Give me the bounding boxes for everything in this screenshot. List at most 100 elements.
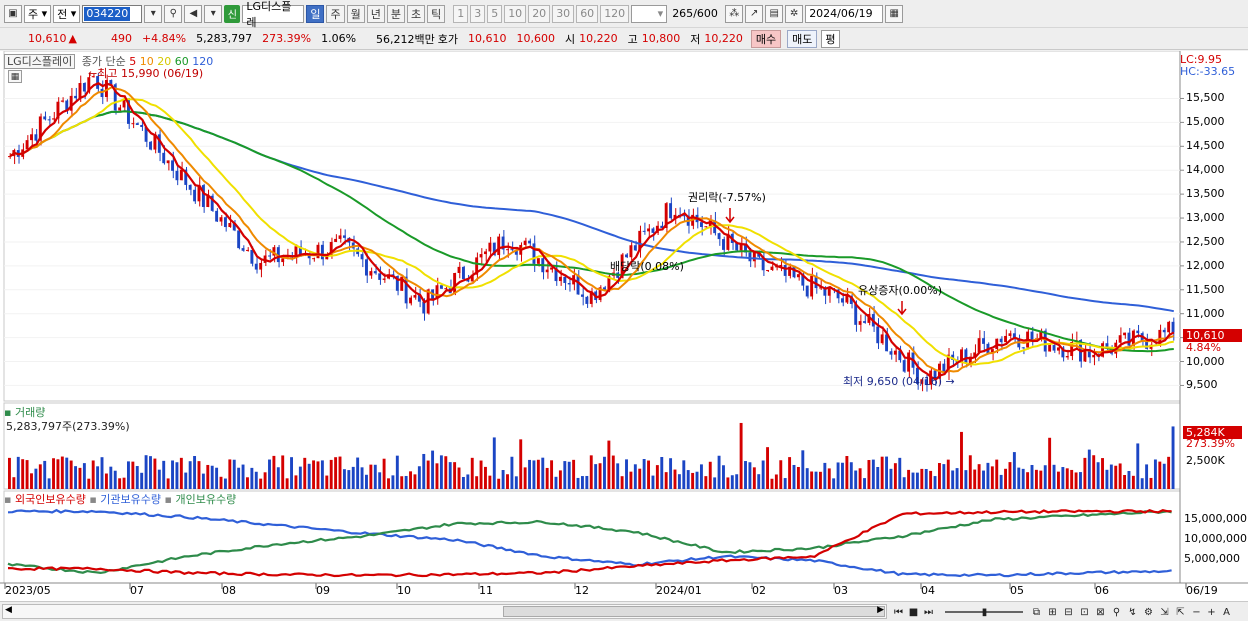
dropdown-icon[interactable]: ▾ <box>144 4 163 23</box>
tool-icon-3[interactable]: ⊟ <box>1062 605 1075 619</box>
period-month-button[interactable]: 월 <box>346 4 365 23</box>
sell-button[interactable]: 매도 <box>787 29 818 48</box>
volume-bar <box>849 462 853 489</box>
save-icon[interactable]: ▤ <box>765 4 784 23</box>
candle <box>484 251 487 255</box>
stop-icon[interactable]: ■ <box>907 605 920 619</box>
search-icon[interactable]: ⚲ <box>164 4 183 23</box>
volume-bar <box>924 469 928 489</box>
grid-toggle-icon[interactable]: ▦ <box>8 70 22 83</box>
volume-bar <box>219 476 223 489</box>
interval-3-button[interactable]: 3 <box>470 4 486 23</box>
legend-stock-name[interactable]: LG디스플레이 <box>4 54 76 69</box>
period-tick-button[interactable]: 틱 <box>427 4 446 23</box>
volume-bar <box>382 458 386 489</box>
period-minute-button[interactable]: 분 <box>386 4 405 23</box>
volume-bar <box>1109 464 1113 489</box>
interval-120-button[interactable]: 120 <box>600 4 630 23</box>
volume-bar <box>369 464 373 489</box>
candle <box>162 152 166 164</box>
tool-icon-6[interactable]: ⚲ <box>1110 605 1123 619</box>
candle <box>1167 321 1171 333</box>
volume-bar <box>157 469 161 489</box>
candle <box>422 301 426 314</box>
volume-bar <box>990 466 994 489</box>
volume-bar <box>307 463 311 489</box>
volume-bar <box>479 460 483 489</box>
candle <box>43 116 47 120</box>
first-icon[interactable]: ⏮ <box>892 605 905 619</box>
candle <box>201 185 205 208</box>
volume-bar <box>1004 468 1008 489</box>
calendar-icon[interactable]: ▦ <box>885 4 904 23</box>
tool-icon-7[interactable]: ↯ <box>1126 605 1139 619</box>
change-percent: +4.84% <box>141 32 187 45</box>
period-second-button[interactable]: 초 <box>406 4 426 23</box>
interval-20-button[interactable]: 20 <box>528 4 551 23</box>
volume-bar <box>1167 456 1171 489</box>
stock-code-input[interactable]: 034220 <box>82 4 143 23</box>
interval-5-button[interactable]: 5 <box>487 4 503 23</box>
candle <box>625 254 628 258</box>
volume-bar <box>682 460 686 489</box>
zoom-out-icon[interactable]: − <box>1190 605 1203 619</box>
stock-name-field[interactable]: LG디스플레 <box>242 0 305 29</box>
interval-30-button[interactable]: 30 <box>552 4 575 23</box>
volume-bar <box>25 460 29 489</box>
volume-bar <box>642 459 646 489</box>
scroll-thumb[interactable] <box>503 606 885 617</box>
scroll-right-icon[interactable]: ▶ <box>877 605 884 615</box>
candle <box>506 249 509 251</box>
candle <box>223 217 227 228</box>
volume-bar <box>166 478 170 489</box>
period-year-button[interactable]: 년 <box>366 4 385 23</box>
text-icon[interactable]: A <box>1220 605 1233 619</box>
zoom-slider-handle[interactable]: ▮ <box>978 605 991 619</box>
date-field[interactable]: 2024/06/19 <box>805 4 884 23</box>
average-button[interactable]: 평 <box>821 29 840 48</box>
zoom-in-icon[interactable]: + <box>1205 605 1218 619</box>
tool-icon-4[interactable]: ⊡ <box>1078 605 1091 619</box>
volume-bar <box>378 472 382 489</box>
chevron-down-icon[interactable]: ▾ <box>204 4 223 23</box>
tool-icon-2[interactable]: ⊞ <box>1046 605 1059 619</box>
period-type-select[interactable]: 주 ▾ <box>24 4 52 23</box>
interval-1-button[interactable]: 1 <box>453 4 469 23</box>
interval-10-button[interactable]: 10 <box>504 4 527 23</box>
scrollbar[interactable]: ◀ ▶ <box>2 604 887 619</box>
date-axis-label: 06/19 <box>1186 584 1218 597</box>
tool-icon-10[interactable]: ⇱ <box>1174 605 1187 619</box>
last-icon[interactable]: ⏭ <box>922 605 935 619</box>
draw-tool-icon[interactable]: ↗ <box>745 4 764 23</box>
gear-icon[interactable]: ✲ <box>785 4 804 23</box>
candle <box>722 239 725 250</box>
volume-bar <box>475 476 479 489</box>
tool-icon-8[interactable]: ⚙ <box>1142 605 1155 619</box>
speaker-icon[interactable]: ◀ <box>184 4 203 23</box>
chart-area[interactable]: LG디스플레이 종가 단순 5 10 20 60 120 ▦ LC:9.95 H… <box>0 51 1248 601</box>
volume-bar <box>832 478 836 489</box>
window-icon[interactable]: ▣ <box>4 4 22 23</box>
interval-60-button[interactable]: 60 <box>576 4 599 23</box>
volume-tag-pct: 273.39% <box>1186 437 1235 450</box>
candle <box>30 134 33 141</box>
mode-select[interactable]: 전 ▾ <box>53 4 81 23</box>
tool-icon-1[interactable]: ⧉ <box>1030 605 1043 619</box>
volume-bar <box>982 470 985 489</box>
period-day-button[interactable]: 일 <box>306 4 325 23</box>
tool-icon-9[interactable]: ⇲ <box>1158 605 1171 619</box>
custom-interval-select[interactable]: ▾ <box>631 4 668 23</box>
chart-canvas[interactable] <box>0 51 1248 601</box>
indicator-icon[interactable]: ⁂ <box>725 4 744 23</box>
indiv-label: 개인보유수량 <box>175 493 237 506</box>
period-week-button[interactable]: 주 <box>326 4 345 23</box>
toolbar: ▣ 주 ▾ 전 ▾ 034220 ▾ ⚲ ◀ ▾ 신 LG디스플레 일 주 월 … <box>0 0 1248 29</box>
buy-button[interactable]: 매수 <box>750 29 782 48</box>
new-badge[interactable]: 신 <box>224 4 241 23</box>
stock-code-value: 034220 <box>84 6 131 21</box>
tool-icon-5[interactable]: ⊠ <box>1094 605 1107 619</box>
scroll-left-icon[interactable]: ◀ <box>5 605 12 615</box>
volume-bar <box>395 455 399 489</box>
date-axis-label: 10 <box>397 584 411 597</box>
volume-bar <box>347 470 351 489</box>
